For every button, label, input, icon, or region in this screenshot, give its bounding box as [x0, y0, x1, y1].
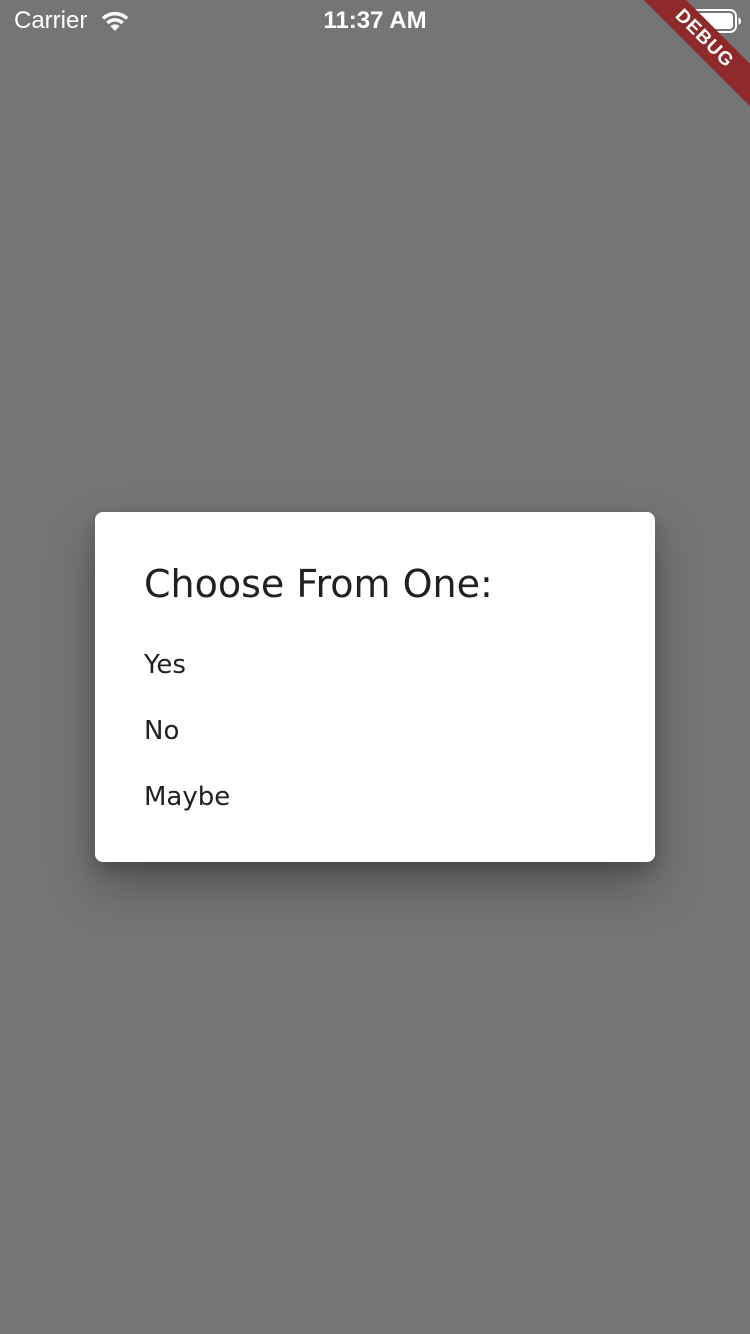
option-no-label: No: [144, 716, 180, 746]
option-no[interactable]: No: [95, 697, 655, 763]
status-bar: Carrier 11:37 AM: [0, 0, 750, 40]
battery-icon: [690, 9, 741, 33]
clock-time: 11:37 AM: [323, 7, 427, 34]
choice-dialog: Choose From One: Yes No Maybe: [95, 512, 655, 862]
option-maybe[interactable]: Maybe: [95, 763, 655, 829]
option-yes[interactable]: Yes: [95, 631, 655, 697]
option-maybe-label: Maybe: [144, 782, 231, 812]
dialog-title: Choose From One:: [144, 562, 493, 606]
option-yes-label: Yes: [144, 650, 186, 680]
